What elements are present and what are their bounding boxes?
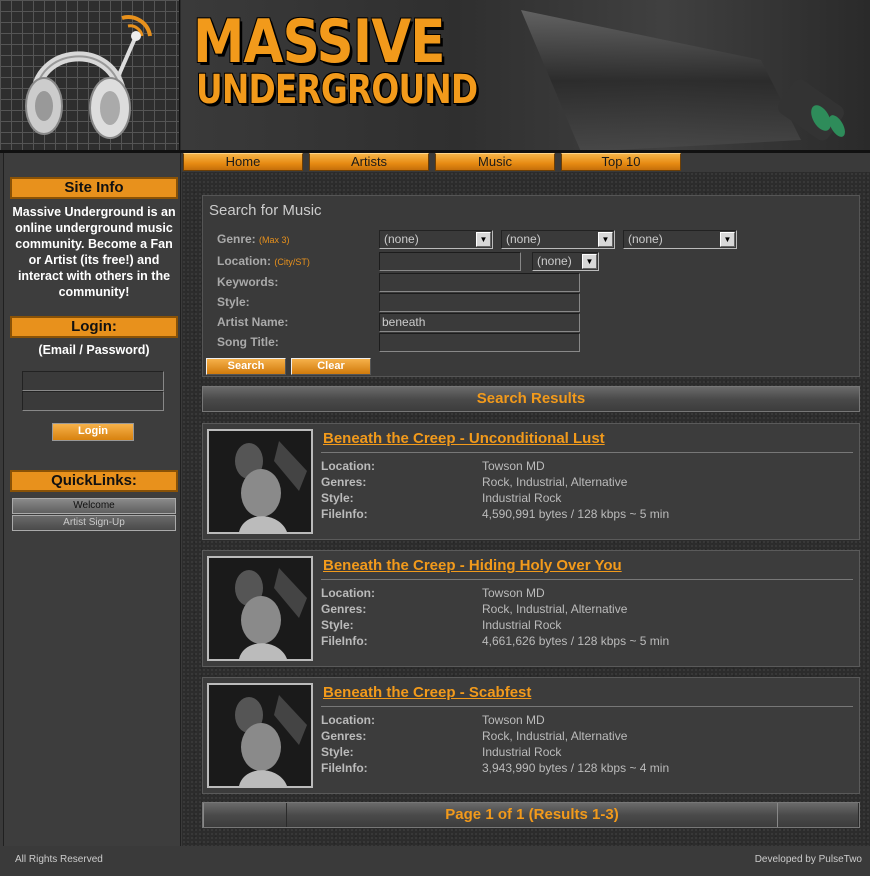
style-meta-label: Style:: [321, 491, 354, 505]
quicklink-artist-signup[interactable]: Artist Sign-Up: [12, 515, 176, 531]
location-meta-label: Location:: [321, 713, 375, 727]
brand-title: MASSIVE: [193, 7, 446, 77]
genres-meta-value: Rock, Industrial, Alternative: [482, 602, 628, 616]
song-title-input[interactable]: [379, 333, 580, 352]
chevron-down-icon[interactable]: ▼: [598, 232, 613, 247]
pagination-text: Page 1 of 1 (Results 1-3): [445, 806, 619, 823]
location-meta-value: Towson MD: [482, 713, 545, 727]
fileinfo-meta-label: FileInfo:: [321, 761, 368, 775]
nav-tab-top10[interactable]: Top 10: [561, 153, 681, 171]
search-results-heading: Search Results: [202, 386, 860, 412]
artist-name-label: Artist Name:: [217, 315, 289, 329]
site-info-text: Massive Underground is an online undergr…: [12, 205, 176, 299]
search-panel: Search for Music Genre: (Max 3) (none) ▼…: [202, 195, 860, 377]
site-header: MASSIVE UNDERGROUND: [0, 0, 870, 153]
location-label-text: Location:: [217, 254, 271, 268]
result-thumbnail[interactable]: [207, 429, 313, 534]
password-field[interactable]: [22, 391, 164, 411]
sidebar: Site Info Massive Underground is an onli…: [3, 153, 181, 846]
location-input[interactable]: [379, 252, 521, 271]
result-item: Beneath the Creep - Scabfest Location: T…: [202, 677, 860, 794]
style-input[interactable]: [379, 293, 580, 312]
fileinfo-meta-value: 3,943,990 bytes / 128 kbps ~ 4 min: [482, 761, 670, 775]
nav-tab-artists[interactable]: Artists: [309, 153, 429, 171]
microphone-icon: [521, 10, 845, 152]
search-title: Search for Music: [209, 202, 322, 219]
chevron-down-icon[interactable]: ▼: [582, 254, 597, 269]
clear-button[interactable]: Clear: [291, 358, 371, 375]
footer-credit: Developed by PulseTwo: [754, 854, 862, 865]
location-hint: (City/ST): [274, 257, 310, 267]
result-title-link[interactable]: Beneath the Creep - Hiding Holy Over You: [323, 557, 622, 574]
genres-meta-label: Genres:: [321, 602, 367, 616]
artist-name-input[interactable]: beneath: [379, 313, 580, 332]
genre-select-2[interactable]: (none) ▼: [501, 230, 615, 249]
main-content: Search for Music Genre: (Max 3) (none) ▼…: [182, 172, 870, 846]
genres-meta-value: Rock, Industrial, Alternative: [482, 475, 628, 489]
location-meta-label: Location:: [321, 586, 375, 600]
keywords-label: Keywords:: [217, 275, 279, 289]
location-meta-label: Location:: [321, 459, 375, 473]
login-hint: (Email / Password): [38, 343, 150, 357]
site-info-heading: Site Info: [10, 177, 178, 199]
genre-label-text: Genre:: [217, 232, 256, 246]
genre-select-3-value: (none): [628, 232, 663, 246]
logo-box: [0, 0, 180, 152]
style-meta-value: Industrial Rock: [482, 491, 562, 505]
location-meta-value: Towson MD: [482, 459, 545, 473]
keywords-input[interactable]: [379, 273, 580, 292]
style-label: Style:: [217, 295, 250, 309]
fileinfo-meta-value: 4,590,991 bytes / 128 kbps ~ 5 min: [482, 507, 670, 521]
result-item: Beneath the Creep - Unconditional Lust L…: [202, 423, 860, 540]
artist-photo-icon: [209, 558, 311, 659]
login-button[interactable]: Login: [52, 423, 134, 441]
location-select-value: (none): [537, 254, 572, 268]
location-label: Location: (City/ST): [217, 254, 310, 268]
nav-tab-music[interactable]: Music: [435, 153, 555, 171]
result-thumbnail[interactable]: [207, 683, 313, 788]
genres-meta-label: Genres:: [321, 729, 367, 743]
location-select[interactable]: (none) ▼: [532, 252, 599, 271]
footer-copyright: All Rights Reserved: [15, 854, 103, 865]
email-field[interactable]: [22, 371, 164, 391]
genre-select-1-value: (none): [384, 232, 419, 246]
song-title-label: Song Title:: [217, 335, 279, 349]
quicklinks-heading: QuickLinks:: [10, 470, 178, 492]
divider: [321, 452, 853, 453]
genre-hint: (Max 3): [259, 235, 290, 245]
genre-label: Genre: (Max 3): [217, 232, 290, 246]
style-meta-value: Industrial Rock: [482, 618, 562, 632]
genre-select-2-value: (none): [506, 232, 541, 246]
result-title-link[interactable]: Beneath the Creep - Scabfest: [323, 684, 531, 701]
style-meta-label: Style:: [321, 618, 354, 632]
fileinfo-meta-value: 4,661,626 bytes / 128 kbps ~ 5 min: [482, 634, 670, 648]
divider: [321, 706, 853, 707]
login-heading: Login:: [10, 316, 178, 338]
divider: [321, 579, 853, 580]
brand-subtitle: UNDERGROUND: [196, 67, 478, 113]
search-button[interactable]: Search: [206, 358, 286, 375]
headphones-icon: [25, 15, 152, 139]
fileinfo-meta-label: FileInfo:: [321, 634, 368, 648]
genre-select-3[interactable]: (none) ▼: [623, 230, 737, 249]
artist-photo-icon: [209, 685, 311, 786]
genres-meta-label: Genres:: [321, 475, 367, 489]
style-meta-value: Industrial Rock: [482, 745, 562, 759]
pager-prev-cell: [203, 803, 287, 827]
chevron-down-icon[interactable]: ▼: [476, 232, 491, 247]
result-thumbnail[interactable]: [207, 556, 313, 661]
location-meta-value: Towson MD: [482, 586, 545, 600]
pager-next-cell: [777, 803, 859, 827]
nav-tab-home[interactable]: Home: [183, 153, 303, 171]
chevron-down-icon[interactable]: ▼: [720, 232, 735, 247]
result-title-link[interactable]: Beneath the Creep - Unconditional Lust: [323, 430, 605, 447]
genre-select-1[interactable]: (none) ▼: [379, 230, 493, 249]
result-item: Beneath the Creep - Hiding Holy Over You…: [202, 550, 860, 667]
artist-photo-icon: [209, 431, 311, 532]
pagination-bar: Page 1 of 1 (Results 1-3): [202, 802, 860, 828]
quicklink-welcome[interactable]: Welcome: [12, 498, 176, 514]
genres-meta-value: Rock, Industrial, Alternative: [482, 729, 628, 743]
fileinfo-meta-label: FileInfo:: [321, 507, 368, 521]
style-meta-label: Style:: [321, 745, 354, 759]
